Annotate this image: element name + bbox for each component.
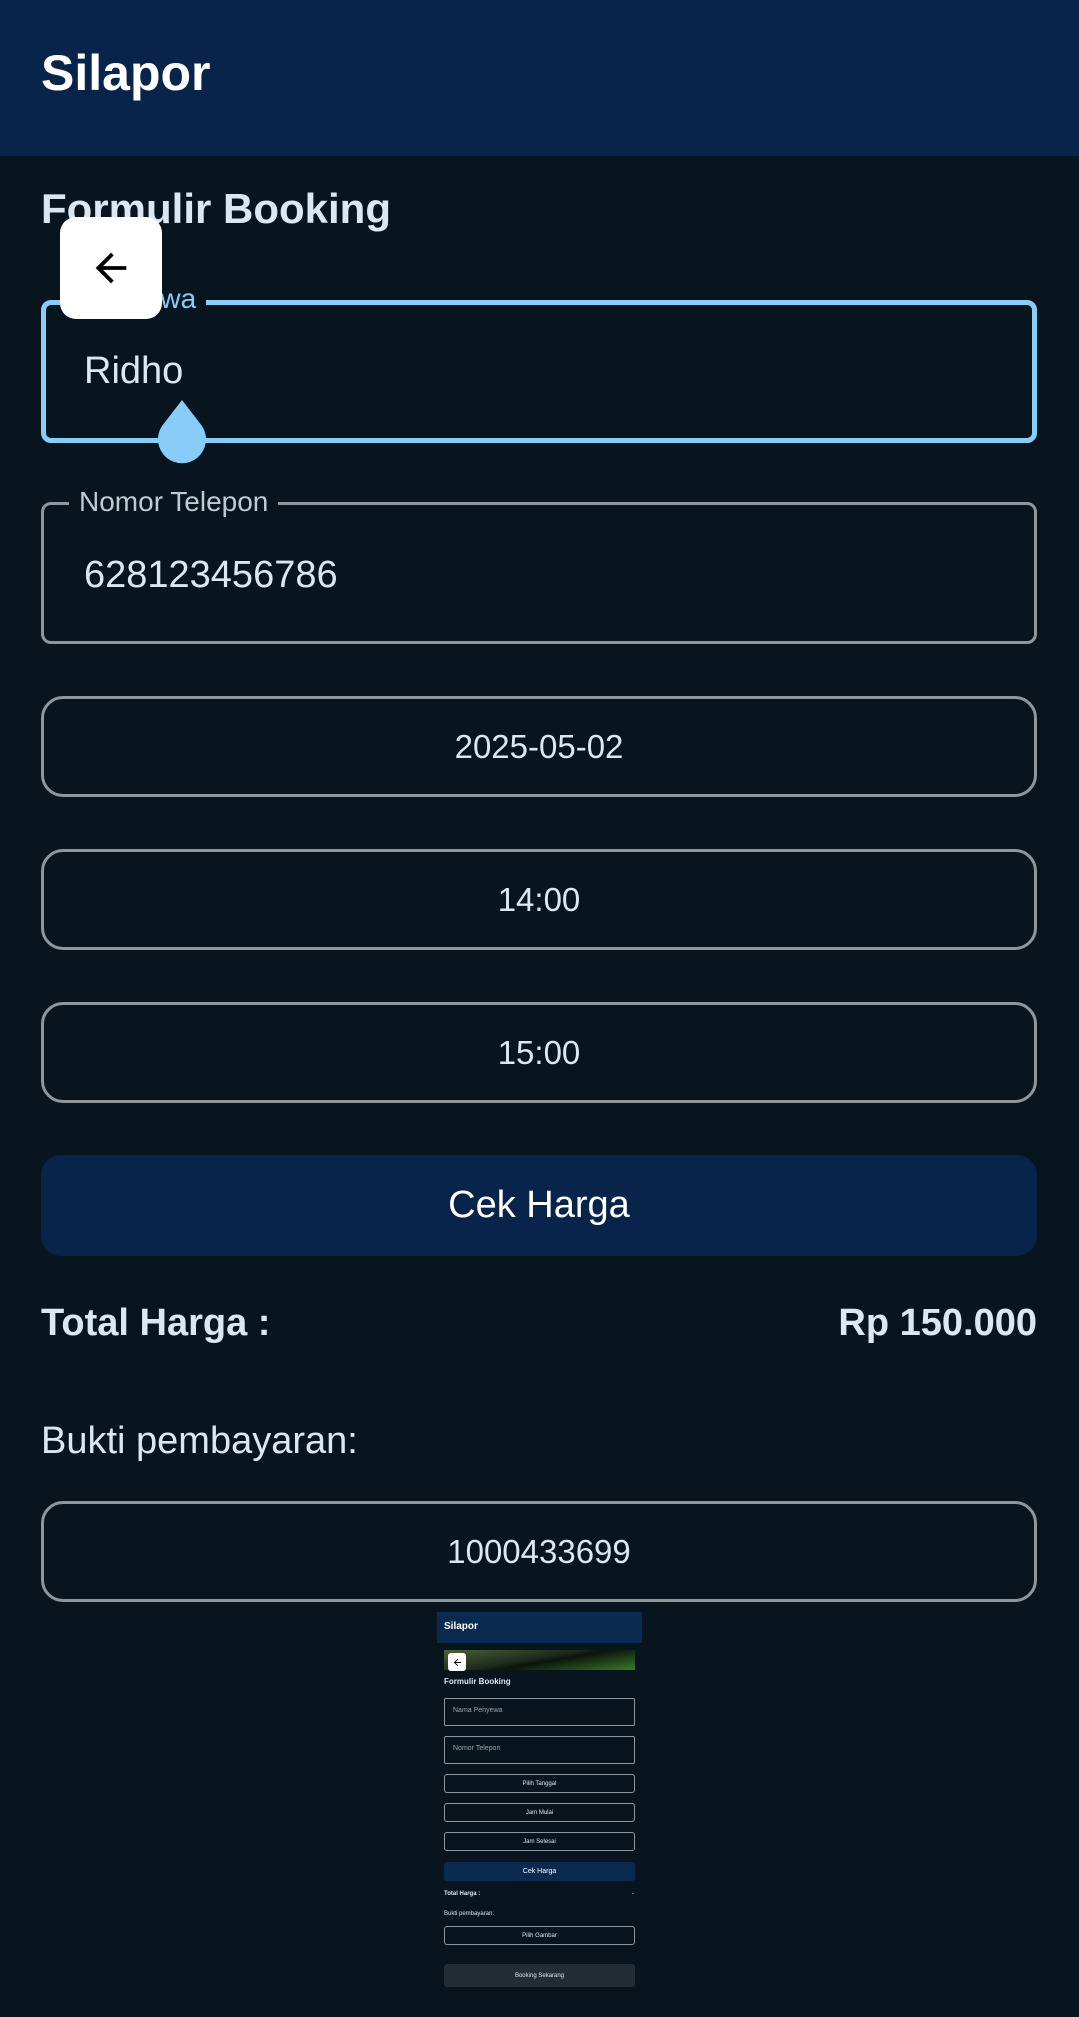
preview-phone-placeholder: Nomor Telepon — [453, 1745, 501, 1752]
preview-check-price-button: Cek Harga — [444, 1862, 635, 1881]
preview-back-icon — [448, 1653, 466, 1671]
end-time-button[interactable]: 15:00 — [41, 1002, 1037, 1103]
preview-booking-button: Booking Sekarang — [444, 1964, 635, 1987]
preview-payment-label: Bukti pembayaran: — [444, 1911, 495, 1917]
total-price-label: Total Harga : — [41, 1302, 271, 1344]
phone-field-value: 628123456786 — [84, 554, 338, 596]
preview-total-label: Total Harga : — [444, 1891, 481, 1897]
preview-app-title: Silapor — [444, 1621, 478, 1632]
preview-total-value: - — [632, 1891, 634, 1897]
preview-form-title: Formulir Booking — [444, 1677, 511, 1686]
payment-proof-preview-image: Silapor Formulir Booking Nama Penyewa No… — [437, 1612, 642, 2017]
preview-app-bar: Silapor — [437, 1612, 642, 1643]
start-time-button[interactable]: 14:00 — [41, 849, 1037, 950]
payment-proof-label: Bukti pembayaran: — [41, 1420, 358, 1462]
app-title: Silapor — [41, 45, 211, 101]
text-cursor-handle-icon[interactable] — [155, 400, 209, 464]
preview-date-button: Pilih Tanggal — [444, 1774, 635, 1793]
app-bar: Silapor — [0, 0, 1079, 156]
total-price-value: Rp 150.000 — [838, 1302, 1037, 1344]
payment-file-button[interactable]: 1000433699 — [41, 1501, 1037, 1602]
preview-name-placeholder: Nama Penyewa — [453, 1707, 503, 1714]
name-field-value: Ridho — [84, 350, 184, 392]
preview-phone-field: Nomor Telepon — [444, 1736, 635, 1764]
phone-field-label: Nomor Telepon — [69, 486, 279, 518]
arrow-left-icon — [95, 252, 127, 284]
preview-banner-image — [444, 1650, 635, 1670]
preview-pick-image-button: Pilih Gambar — [444, 1926, 635, 1945]
preview-start-button: Jam Mulai — [444, 1803, 635, 1822]
preview-name-field: Nama Penyewa — [444, 1698, 635, 1726]
phone-field[interactable]: Nomor Telepon 628123456786 — [41, 486, 1037, 644]
preview-end-button: Jam Selesai — [444, 1832, 635, 1851]
check-price-button[interactable]: Cek Harga — [41, 1155, 1037, 1256]
date-picker-button[interactable]: 2025-05-02 — [41, 696, 1037, 797]
back-button[interactable] — [60, 217, 162, 319]
